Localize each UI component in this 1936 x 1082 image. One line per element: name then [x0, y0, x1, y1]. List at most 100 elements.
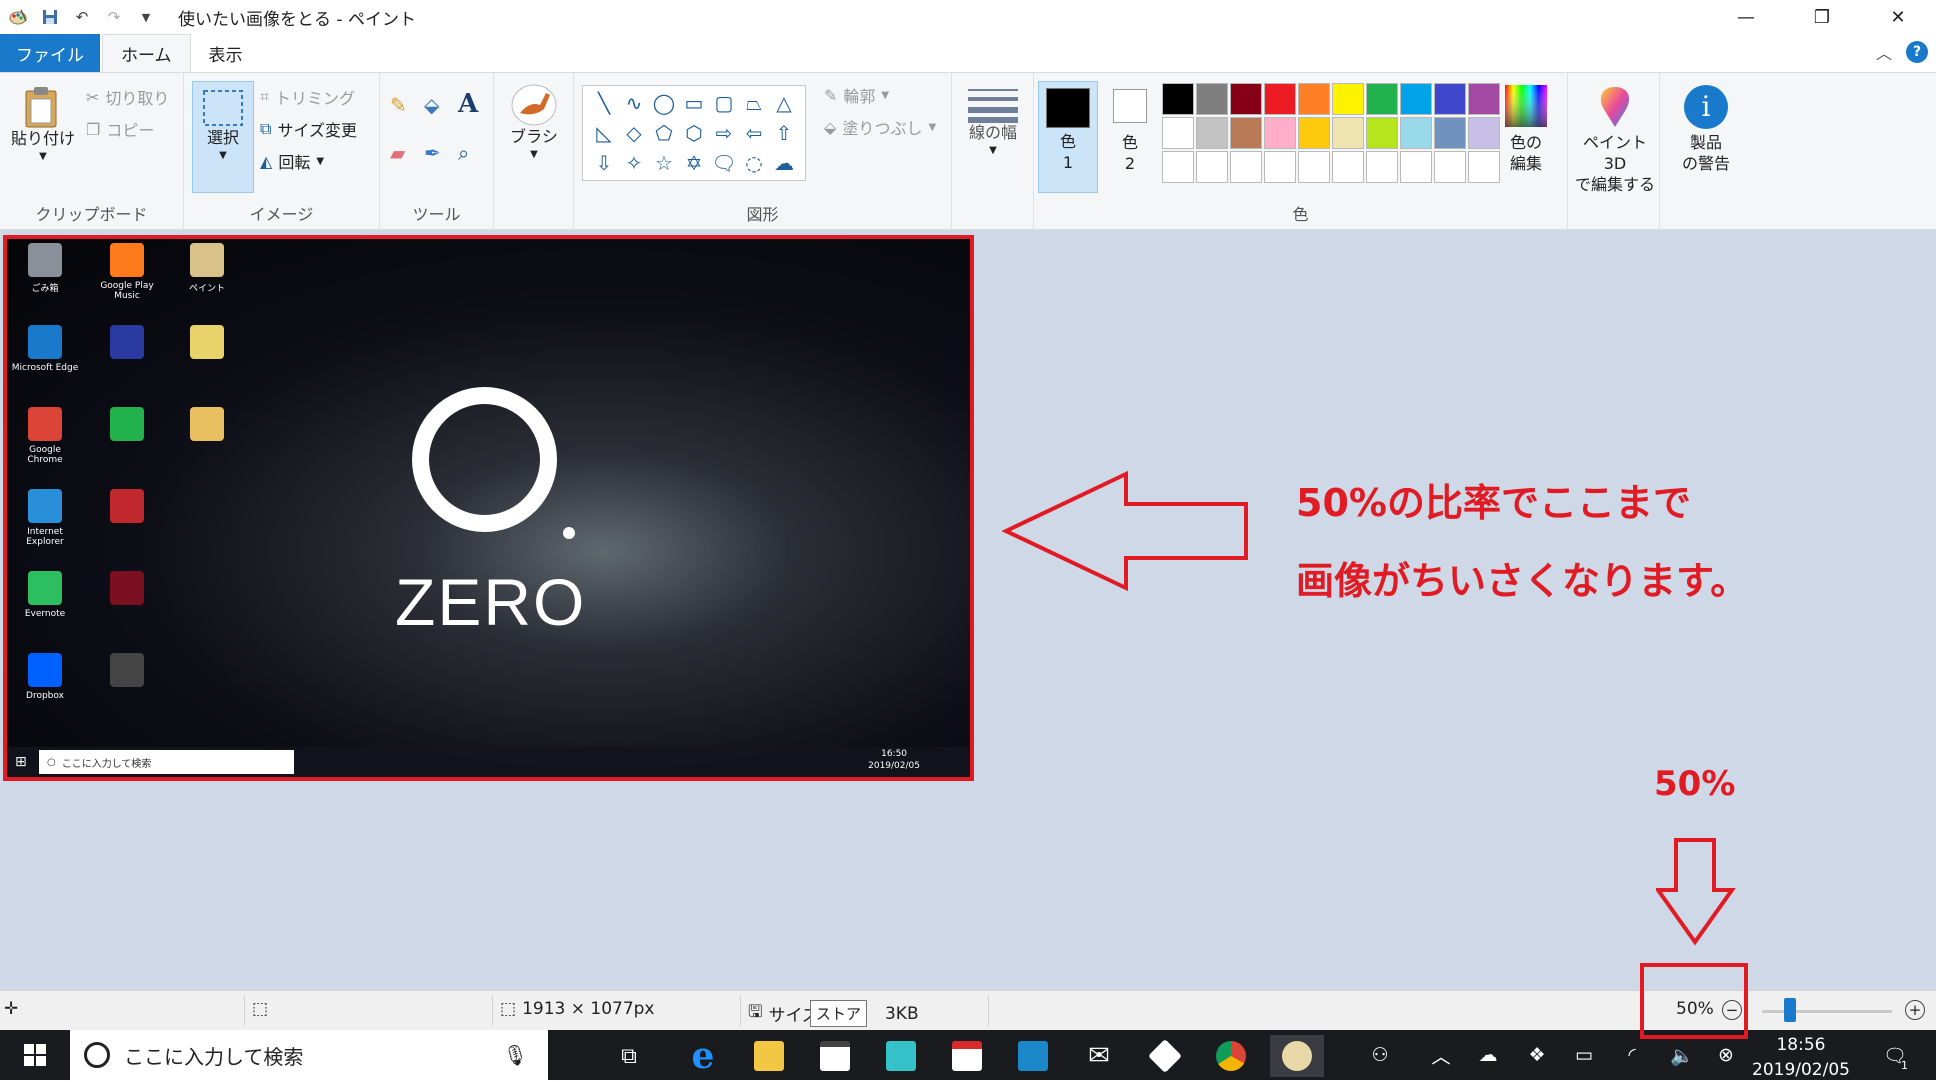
- line-shape-icon[interactable]: ╲: [589, 88, 619, 118]
- file-explorer-icon[interactable]: [742, 1035, 796, 1077]
- undo-icon[interactable]: ↶: [68, 3, 96, 31]
- palette-swatch[interactable]: [1434, 83, 1466, 115]
- palette-swatch[interactable]: [1196, 117, 1228, 149]
- text-tool-icon[interactable]: A: [458, 89, 478, 119]
- palette-swatch[interactable]: [1332, 151, 1364, 183]
- fill-button[interactable]: ⬙ 塗りつぶし ▼: [824, 115, 936, 139]
- four-point-star-shape-icon[interactable]: ✧: [619, 148, 649, 178]
- curve-shape-icon[interactable]: ∿: [619, 88, 649, 118]
- right-triangle-shape-icon[interactable]: ◺: [589, 118, 619, 148]
- palette-swatch[interactable]: [1264, 83, 1296, 115]
- rounded-rectangle-shape-icon[interactable]: ▢: [709, 88, 739, 118]
- palette-swatch[interactable]: [1264, 117, 1296, 149]
- product-alert-button[interactable]: i 製品 の警告: [1666, 85, 1746, 175]
- palette-swatch[interactable]: [1230, 117, 1262, 149]
- action-center-icon[interactable]: 🗨 1: [1870, 1030, 1920, 1080]
- palette-swatch[interactable]: [1434, 117, 1466, 149]
- minimize-button[interactable]: —: [1708, 0, 1784, 34]
- oval-callout-shape-icon[interactable]: ◌: [739, 148, 769, 178]
- store-icon[interactable]: [808, 1035, 862, 1077]
- cut-button[interactable]: ✂ 切り取り: [86, 85, 169, 109]
- zoom-slider-track[interactable]: [1762, 1010, 1892, 1013]
- pdf-app-icon[interactable]: [1138, 1035, 1192, 1077]
- fill-bucket-icon[interactable]: ⬙: [424, 93, 439, 117]
- right-arrow-shape-icon[interactable]: ⇨: [709, 118, 739, 148]
- edit-colors-button[interactable]: 色の 編集: [1496, 85, 1556, 175]
- magnifier-icon[interactable]: ⌕: [458, 141, 469, 165]
- customize-quick-access-icon[interactable]: ▼: [132, 3, 160, 31]
- zoom-slider-thumb[interactable]: [1783, 998, 1796, 1022]
- maximize-button[interactable]: ❐: [1784, 0, 1860, 34]
- onedrive-icon[interactable]: ☁: [1470, 1030, 1506, 1080]
- picture-canvas[interactable]: ごみ箱 Google Play Music ペイント Microsoft Edge Go…: [3, 235, 974, 781]
- task-view-icon[interactable]: ⧉: [602, 1035, 656, 1077]
- palette-swatch[interactable]: [1162, 83, 1194, 115]
- tab-file[interactable]: ファイル: [0, 34, 100, 72]
- start-button[interactable]: [0, 1030, 70, 1080]
- color2-button[interactable]: 色 2: [1104, 85, 1156, 175]
- palette-swatch[interactable]: [1366, 83, 1398, 115]
- show-hidden-icons[interactable]: ︿: [1424, 1030, 1458, 1080]
- six-point-star-shape-icon[interactable]: ✡: [679, 148, 709, 178]
- down-arrow-shape-icon[interactable]: ⇩: [589, 148, 619, 178]
- diamond-shape-icon[interactable]: ◇: [619, 118, 649, 148]
- palette-swatch[interactable]: [1162, 151, 1194, 183]
- paint-app-icon[interactable]: [4, 3, 32, 31]
- palette-swatch[interactable]: [1298, 83, 1330, 115]
- redo-icon[interactable]: ↷: [100, 3, 128, 31]
- palette-swatch[interactable]: [1196, 83, 1228, 115]
- palette-swatch[interactable]: [1332, 83, 1364, 115]
- select-button[interactable]: 選択 ▼: [192, 81, 254, 193]
- eraser-icon[interactable]: ▰: [390, 141, 405, 165]
- size-button[interactable]: 線の幅 ▼: [960, 87, 1026, 157]
- app-teal-icon[interactable]: [874, 1035, 928, 1077]
- mail-icon[interactable]: ✉: [1072, 1035, 1126, 1077]
- five-point-star-shape-icon[interactable]: ☆: [649, 148, 679, 178]
- battery-icon[interactable]: ▭: [1566, 1030, 1602, 1080]
- outline-button[interactable]: ✎ 輪郭 ▼: [824, 83, 889, 107]
- edge-icon[interactable]: e: [676, 1035, 730, 1077]
- palette-swatch[interactable]: [1366, 151, 1398, 183]
- zoom-in-button[interactable]: +: [1905, 1000, 1925, 1020]
- close-button[interactable]: ✕: [1860, 0, 1936, 34]
- microphone-icon[interactable]: 🎙: [503, 1043, 528, 1067]
- pencil-icon[interactable]: ✎: [390, 93, 407, 117]
- copy-button[interactable]: ❐ コピー: [86, 117, 154, 141]
- palette-swatch[interactable]: [1332, 117, 1364, 149]
- palette-swatch[interactable]: [1230, 83, 1262, 115]
- help-icon[interactable]: ?: [1906, 41, 1928, 63]
- taskbar-clock[interactable]: 18:56 2019/02/05: [1752, 1033, 1850, 1082]
- photo-app-icon[interactable]: [1006, 1035, 1060, 1077]
- polygon-shape-icon[interactable]: ⏢: [739, 88, 769, 118]
- cloud-callout-shape-icon[interactable]: ☁: [769, 148, 799, 178]
- news-icon[interactable]: [940, 1035, 994, 1077]
- up-arrow-shape-icon[interactable]: ⇧: [769, 118, 799, 148]
- palette-swatch[interactable]: [1400, 117, 1432, 149]
- palette-swatch[interactable]: [1264, 151, 1296, 183]
- left-arrow-shape-icon[interactable]: ⇦: [739, 118, 769, 148]
- palette-swatch[interactable]: [1434, 151, 1466, 183]
- palette-swatch[interactable]: [1196, 151, 1228, 183]
- taskbar-search-box[interactable]: ここに入力して検索 🎙: [70, 1030, 548, 1080]
- palette-swatch[interactable]: [1400, 83, 1432, 115]
- edit-with-paint3d-button[interactable]: ペイント 3D で編集する: [1572, 85, 1658, 195]
- palette-swatch[interactable]: [1162, 117, 1194, 149]
- hexagon-shape-icon[interactable]: ⬡: [679, 118, 709, 148]
- save-icon[interactable]: [36, 3, 64, 31]
- oval-shape-icon[interactable]: ◯: [649, 88, 679, 118]
- rectangle-shape-icon[interactable]: ▭: [679, 88, 709, 118]
- collapse-ribbon-icon[interactable]: ︿: [1876, 40, 1892, 64]
- canvas-area[interactable]: ごみ箱 Google Play Music ペイント Microsoft Edge Go…: [0, 230, 1936, 1039]
- pentagon-shape-icon[interactable]: ⬠: [649, 118, 679, 148]
- triangle-shape-icon[interactable]: △: [769, 88, 799, 118]
- palette-swatch[interactable]: [1400, 151, 1432, 183]
- resize-button[interactable]: ⧉ サイズ変更: [260, 117, 357, 141]
- palette-swatch[interactable]: [1230, 151, 1262, 183]
- palette-swatch[interactable]: [1298, 117, 1330, 149]
- brushes-button[interactable]: ブラシ ▼: [504, 83, 564, 161]
- paste-button[interactable]: 貼り付け ▼: [8, 85, 78, 163]
- rotate-button[interactable]: ◭ 回転 ▼: [260, 149, 324, 173]
- palette-swatch[interactable]: [1366, 117, 1398, 149]
- chrome-icon[interactable]: [1204, 1035, 1258, 1077]
- rect-callout-shape-icon[interactable]: 🗨: [709, 148, 739, 178]
